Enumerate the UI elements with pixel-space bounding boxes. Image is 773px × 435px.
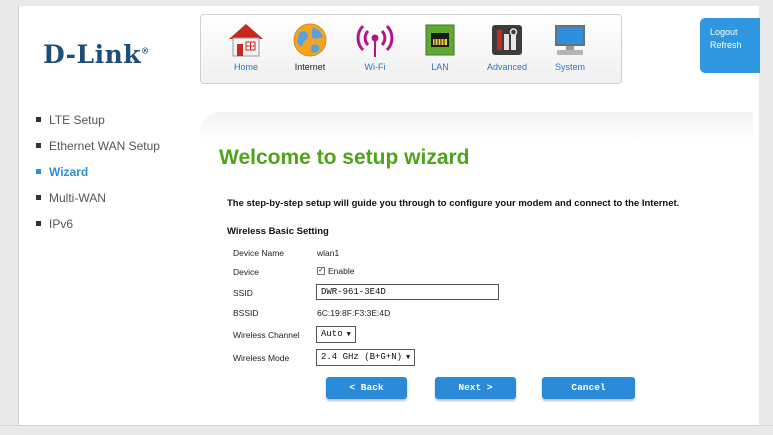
computer-icon xyxy=(555,25,585,55)
sidebar-item-label: Wizard xyxy=(49,165,89,179)
lan-icon xyxy=(425,24,455,56)
nav-item-home[interactable]: Home xyxy=(218,21,274,72)
sidebar-item-label: IPv6 xyxy=(49,217,74,231)
nav-item-internet[interactable]: Internet xyxy=(282,21,338,72)
device-label: Device xyxy=(233,267,259,277)
enable-checkbox-label: Enable xyxy=(328,266,355,276)
bssid-value: 6C:19:8F:F3:3E:4D xyxy=(317,308,391,318)
sidebar: LTE Setup Ethernet WAN Setup Wizard Mult… xyxy=(36,113,160,243)
wireless-mode-select[interactable]: 2.4 GHz (B+G+N) ▼ xyxy=(316,349,416,366)
nav-item-lan[interactable]: LAN xyxy=(412,21,468,72)
sidebar-item-label: Multi-WAN xyxy=(49,191,106,205)
bullet-icon xyxy=(36,143,41,149)
sidebar-item-wizard[interactable]: Wizard xyxy=(36,165,160,191)
bssid-label: BSSID xyxy=(233,308,259,318)
window-frame-left xyxy=(0,0,18,435)
dlink-logo: D-Link® xyxy=(43,40,150,69)
wireless-mode-label: Wireless Mode xyxy=(233,353,290,363)
wireless-channel-select[interactable]: Auto ▼ xyxy=(316,326,356,343)
nav-label-home: Home xyxy=(233,62,258,72)
top-links-panel: Logout Refresh xyxy=(700,18,760,73)
dropdown-arrow-icon: ▼ xyxy=(406,354,411,362)
nav-label-advanced: Advanced xyxy=(486,62,528,72)
top-navigation-bar: Home Internet Wi-Fi LAN Advanced System xyxy=(200,14,622,84)
nav-label-internet: Internet xyxy=(294,62,326,72)
refresh-link[interactable]: Refresh xyxy=(710,39,760,52)
sidebar-item-label: LTE Setup xyxy=(49,113,105,127)
home-icon xyxy=(229,24,263,57)
nav-label-system: System xyxy=(554,62,585,72)
sidebar-item-ethernet-wan-setup[interactable]: Ethernet WAN Setup xyxy=(36,139,160,165)
next-button[interactable]: Next > xyxy=(435,377,516,399)
ssid-label: SSID xyxy=(233,288,253,298)
nav-item-wifi[interactable]: Wi-Fi xyxy=(347,21,403,72)
bullet-icon xyxy=(36,195,41,201)
cancel-button[interactable]: Cancel xyxy=(542,377,635,399)
intro-text: The step-by-step setup will guide you th… xyxy=(227,198,680,209)
nav-item-system[interactable]: System xyxy=(542,21,598,72)
enable-checkbox[interactable]: ✓ xyxy=(317,266,325,275)
device-name-label: Device Name xyxy=(233,248,285,258)
page-title: Welcome to setup wizard xyxy=(219,146,470,169)
logo-text: D-Link xyxy=(43,40,142,69)
bullet-icon xyxy=(36,117,41,123)
nav-item-advanced[interactable]: Advanced xyxy=(479,21,535,72)
sidebar-item-lte-setup[interactable]: LTE Setup xyxy=(36,113,160,139)
wireless-mode-value: 2.4 GHz (B+G+N) xyxy=(321,352,403,362)
ssid-input[interactable] xyxy=(316,284,499,300)
sidebar-item-label: Ethernet WAN Setup xyxy=(49,139,160,153)
wireless-channel-value: Auto xyxy=(321,329,343,339)
sidebar-item-ipv6[interactable]: IPv6 xyxy=(36,217,160,243)
bullet-icon xyxy=(36,221,41,227)
globe-icon xyxy=(293,23,327,57)
section-title: Wireless Basic Setting xyxy=(227,226,329,237)
nav-label-wifi: Wi-Fi xyxy=(364,62,386,72)
dropdown-arrow-icon: ▼ xyxy=(346,331,351,339)
bullet-icon xyxy=(36,169,41,175)
device-name-value: wlan1 xyxy=(317,248,340,258)
device-enable-control[interactable]: ✓ Enable xyxy=(317,266,354,276)
wifi-icon xyxy=(356,24,394,57)
sidebar-item-multi-wan[interactable]: Multi-WAN xyxy=(36,191,160,217)
back-button[interactable]: < Back xyxy=(326,377,407,399)
logout-link[interactable]: Logout xyxy=(710,26,760,39)
registered-mark: ® xyxy=(141,45,150,56)
wireless-channel-label: Wireless Channel xyxy=(233,330,300,340)
nav-label-lan: LAN xyxy=(431,62,449,72)
window-frame-bottom xyxy=(0,425,773,435)
tools-icon xyxy=(492,25,522,55)
window-frame-right xyxy=(759,0,773,435)
